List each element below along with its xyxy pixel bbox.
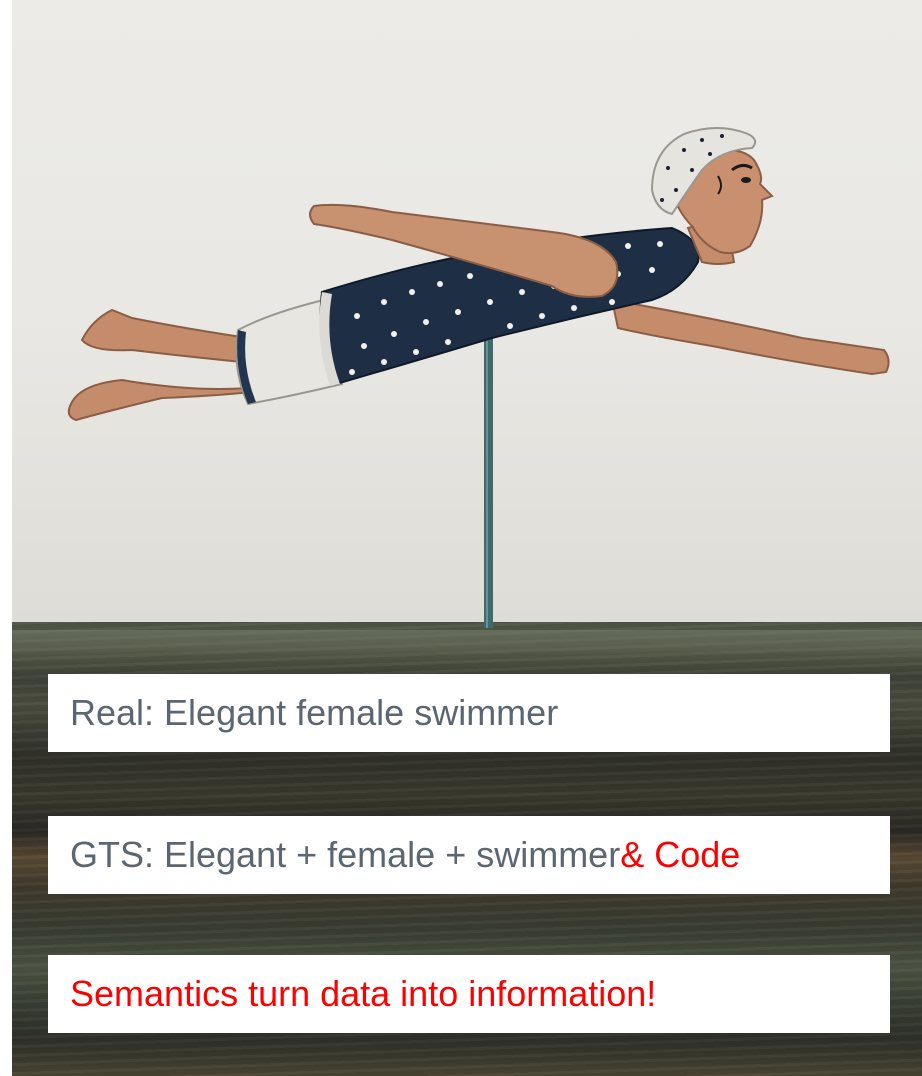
caption-semantics-text: Semantics turn data into information! (70, 973, 657, 1014)
caption-real: Real: Elegant female swimmer (48, 674, 890, 752)
caption-gts-text: GTS: Elegant + female + swimmer (70, 834, 621, 875)
lower-arm (610, 298, 890, 376)
rod-highlight (486, 338, 488, 628)
eye (741, 177, 751, 183)
swimmer-figurine (67, 127, 890, 628)
caption-gts: GTS: Elegant + female + swimmer & Code (48, 816, 890, 894)
support-rod (484, 338, 493, 628)
caption-real-text: Real: Elegant female swimmer (70, 692, 559, 733)
photo-frame (12, 0, 922, 1076)
caption-gts-code: & Code (620, 834, 741, 875)
caption-semantics: Semantics turn data into information! (48, 955, 890, 1033)
legs (67, 308, 264, 422)
